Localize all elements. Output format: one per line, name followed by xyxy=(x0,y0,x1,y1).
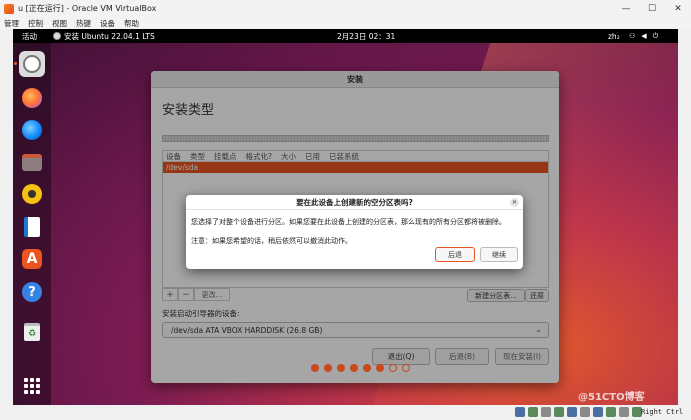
thunderbird-glyph xyxy=(22,120,42,140)
progress-dot-done xyxy=(324,364,332,372)
guest-desktop: 活动 安装 Ubuntu 22.04.1 LTS 2月23日 02：31 zh₂… xyxy=(13,29,678,405)
menu-devices[interactable]: 设备 xyxy=(100,18,115,29)
close-button[interactable]: ✕ xyxy=(665,0,691,17)
usb-icon[interactable] xyxy=(567,407,577,417)
thunderbird-icon[interactable] xyxy=(19,117,45,143)
network-icon: ⚇ xyxy=(629,31,636,40)
system-menu[interactable]: ⚇ ◀ ⏻ xyxy=(629,32,658,41)
progress-dot-done xyxy=(311,364,319,372)
progress-dot-done xyxy=(376,364,384,372)
recording-icon[interactable] xyxy=(606,407,616,417)
installer-progress xyxy=(311,364,410,372)
menu-hotkeys[interactable]: 热键 xyxy=(76,18,91,29)
host-window-title: u [正在运行] - Oracle VM VirtualBox xyxy=(18,4,157,13)
files-icon[interactable] xyxy=(19,149,45,175)
menu-view[interactable]: 视图 xyxy=(52,18,67,29)
writer-icon[interactable] xyxy=(19,214,45,240)
trash-glyph: ♻ xyxy=(24,323,40,341)
firefox-glyph xyxy=(22,88,42,108)
hdd-icon[interactable] xyxy=(515,407,525,417)
volume-icon: ◀ xyxy=(641,31,647,40)
installer-small-icon xyxy=(53,32,61,40)
dialog-title-text: 要在此设备上创建新的空分区表吗? xyxy=(296,197,413,207)
progress-dot-done xyxy=(337,364,345,372)
app-center-glyph: A xyxy=(22,249,42,269)
host-title-bar: u [正在运行] - Oracle VM VirtualBox — ☐ ✕ xyxy=(0,0,691,17)
input-method-indicator[interactable]: zh₂ xyxy=(608,32,620,41)
power-icon: ⏻ xyxy=(652,31,659,40)
network-status-icon[interactable] xyxy=(554,407,564,417)
progress-dot-done xyxy=(350,364,358,372)
document-glyph xyxy=(24,217,40,237)
menu-manage[interactable]: 管理 xyxy=(4,18,19,29)
progress-dot-done xyxy=(363,364,371,372)
minimize-button[interactable]: — xyxy=(613,0,639,17)
disk-glyph xyxy=(23,55,41,73)
optical-drive-icon[interactable] xyxy=(528,407,538,417)
virtualbox-icon xyxy=(4,3,14,14)
host-menu-bar: 管理 控制 视图 热键 设备 帮助 xyxy=(0,17,691,29)
window-controls: — ☐ ✕ xyxy=(613,0,691,17)
device-status-icons xyxy=(515,407,642,417)
maximize-button[interactable]: ☐ xyxy=(639,0,665,17)
focused-app-menu[interactable]: 安装 Ubuntu 22.04.1 LTS xyxy=(53,31,155,42)
folder-glyph xyxy=(22,153,42,171)
installer-icon[interactable] xyxy=(14,51,45,77)
host-status-bar: Right Ctrl xyxy=(0,405,691,420)
rhythmbox-icon[interactable] xyxy=(19,181,45,207)
host-key-label: Right Ctrl xyxy=(641,408,684,416)
app-center-icon[interactable]: A xyxy=(19,246,45,272)
dialog-continue-button[interactable]: 继续 xyxy=(480,247,518,262)
dialog-note: 注意：如果您希望的话，稍后依然可以撤消此动作。 xyxy=(191,237,352,245)
menu-help[interactable]: 帮助 xyxy=(124,18,139,29)
dock: A ? ♻ xyxy=(13,43,51,405)
firefox-icon[interactable] xyxy=(19,85,45,111)
audio-icon[interactable] xyxy=(541,407,551,417)
question-glyph: ? xyxy=(22,282,42,302)
dialog-back-button[interactable]: 后退 xyxy=(435,247,475,262)
confirm-dialog: 要在此设备上创建新的空分区表吗? ✕ 您选择了对整个设备进行分区。如果您要在此设… xyxy=(186,195,523,269)
watermark: @51CTO博客 xyxy=(578,392,645,403)
menu-control[interactable]: 控制 xyxy=(28,18,43,29)
trash-icon[interactable]: ♻ xyxy=(19,319,45,345)
cpu-icon[interactable] xyxy=(619,407,629,417)
display-icon[interactable] xyxy=(593,407,603,417)
dialog-message: 您选择了对整个设备进行分区。如果您要在此设备上创建的分区表，那么现有的所有分区都… xyxy=(191,218,506,226)
close-icon[interactable]: ✕ xyxy=(510,198,519,207)
gnome-top-bar: 活动 安装 Ubuntu 22.04.1 LTS 2月23日 02：31 zh₂… xyxy=(13,29,678,43)
dialog-title: 要在此设备上创建新的空分区表吗? ✕ xyxy=(186,195,523,210)
help-icon[interactable]: ? xyxy=(19,279,45,305)
running-indicator xyxy=(14,62,17,65)
show-apps-icon[interactable] xyxy=(19,373,45,399)
shared-folders-icon[interactable] xyxy=(580,407,590,417)
focused-app-name: 安装 Ubuntu 22.04.1 LTS xyxy=(64,31,155,41)
progress-dot-pending xyxy=(402,364,410,372)
clock[interactable]: 2月23日 02：31 xyxy=(337,31,395,42)
activities-button[interactable]: 活动 xyxy=(22,31,37,42)
progress-dot-pending xyxy=(389,364,397,372)
speaker-glyph xyxy=(22,184,42,204)
